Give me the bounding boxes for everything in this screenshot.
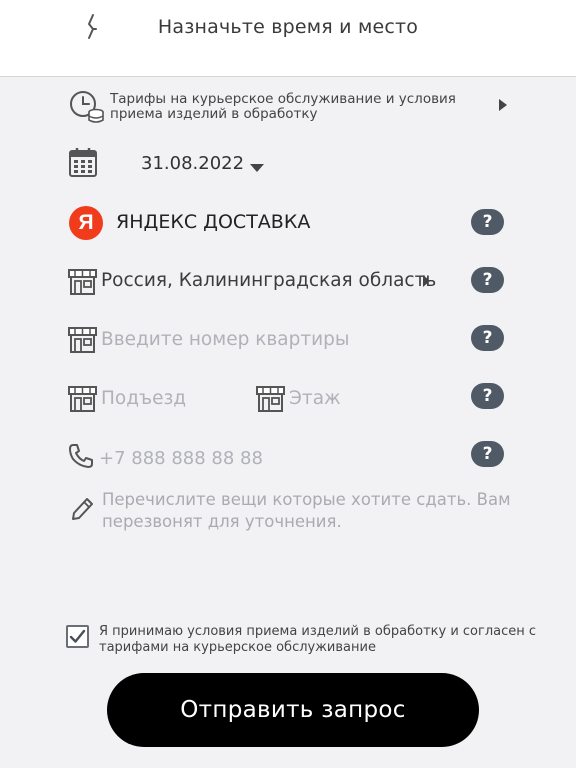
tariffs-link[interactable]: Тарифы на курьерское обслуживание и усло… xyxy=(110,92,470,122)
calendar-icon xyxy=(69,148,97,177)
entrance-input[interactable]: Подъезд xyxy=(101,388,186,409)
store-icon xyxy=(68,269,97,295)
apartment-input[interactable]: Введите номер квартиры xyxy=(101,329,350,350)
chevron-right-icon[interactable] xyxy=(497,97,509,113)
help-delivery-button[interactable]: ? xyxy=(471,209,504,235)
chevron-down-icon[interactable] xyxy=(248,162,266,174)
items-notes-input[interactable]: Перечислите вещи которые хотите сдать. В… xyxy=(102,489,522,533)
header: Назначьте время и место xyxy=(0,0,576,77)
help-apartment-button[interactable]: ? xyxy=(471,325,504,351)
clock-coins-icon xyxy=(70,91,104,123)
agreement-checkbox[interactable] xyxy=(66,625,89,648)
phone-input[interactable]: +7 888 888 88 88 xyxy=(99,448,263,469)
pencil-icon xyxy=(72,498,93,520)
checkmark-icon xyxy=(69,629,86,643)
store-icon xyxy=(256,386,285,412)
help-region-button[interactable]: ? xyxy=(471,267,504,293)
help-entrance-button[interactable]: ? xyxy=(471,383,504,409)
date-select[interactable]: 31.08.2022 xyxy=(141,153,244,174)
phone-icon xyxy=(69,444,93,468)
chevron-right-icon[interactable] xyxy=(421,273,432,289)
store-icon xyxy=(68,386,97,412)
region-select[interactable]: Россия, Калининградская область xyxy=(101,270,436,291)
yandex-logo: Я xyxy=(69,206,103,240)
page-title: Назначьте время и место xyxy=(157,16,419,38)
floor-input[interactable]: Этаж xyxy=(289,388,341,409)
store-icon xyxy=(68,327,97,353)
agreement-label: Я принимаю условия приема изделий в обра… xyxy=(99,624,537,655)
delivery-service-name: ЯНДЕКС ДОСТАВКА xyxy=(116,211,311,233)
submit-request-button[interactable]: Отправить запрос xyxy=(107,673,479,747)
help-phone-button[interactable]: ? xyxy=(471,441,504,467)
